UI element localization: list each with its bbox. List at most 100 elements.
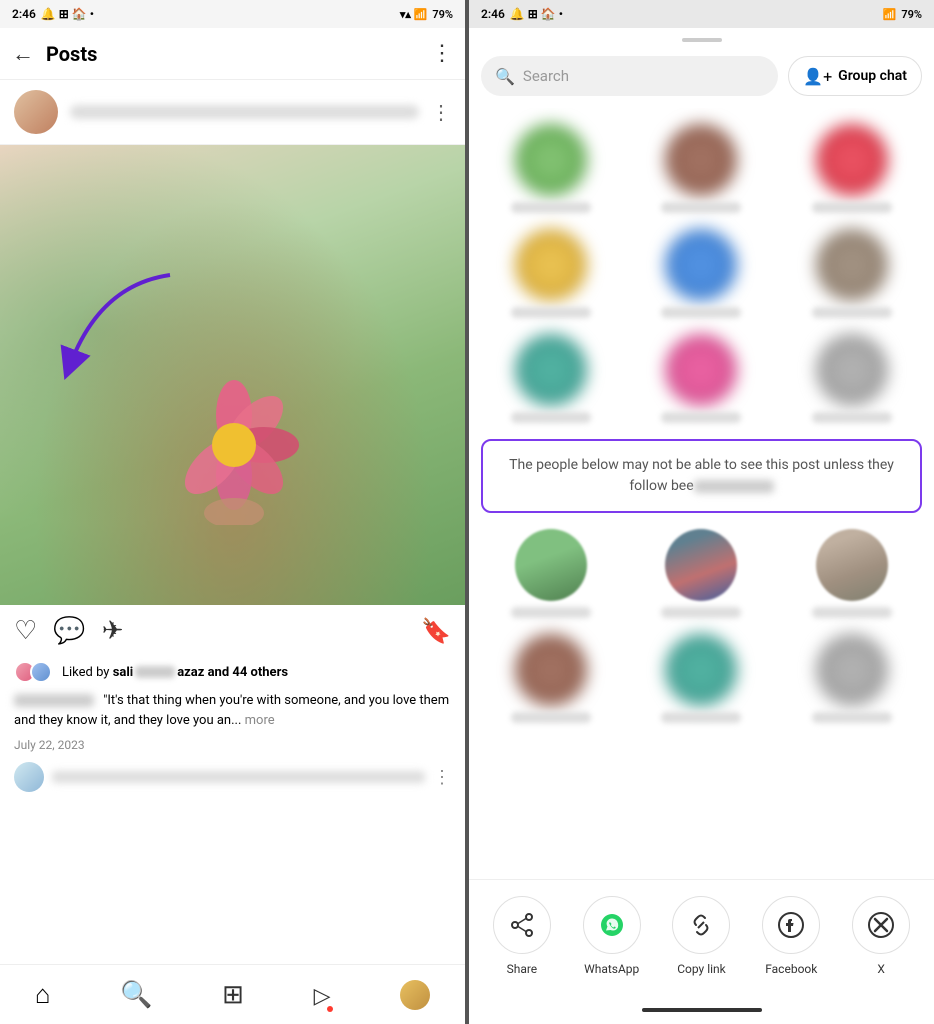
contact-avatar bbox=[816, 334, 888, 406]
liked-avatar-2 bbox=[30, 661, 52, 683]
share-search-row: 🔍 Search 👤+ Group chat bbox=[469, 48, 934, 108]
more-options-button[interactable]: ⋮ bbox=[431, 41, 453, 66]
likes-count: and 44 others bbox=[204, 665, 288, 680]
search-box[interactable]: 🔍 Search bbox=[481, 56, 778, 96]
contacts-row-1 bbox=[469, 116, 934, 221]
group-chat-label: Group chat bbox=[838, 68, 907, 84]
contact-name bbox=[511, 307, 591, 318]
signal-right: 📶 bbox=[883, 8, 897, 21]
share-circle bbox=[493, 896, 551, 954]
contact-item[interactable] bbox=[641, 334, 761, 423]
comment-more-button[interactable]: ⋮ bbox=[433, 767, 451, 788]
x-label: X bbox=[877, 962, 885, 976]
contact-item[interactable] bbox=[792, 634, 912, 723]
left-status-bar: 2:46 🔔 ⊞ 🏠 • ▾▴ 📶 79% bbox=[0, 0, 465, 28]
contact-item[interactable] bbox=[641, 529, 761, 618]
facebook-label: Facebook bbox=[765, 962, 817, 976]
contact-item[interactable] bbox=[792, 229, 912, 318]
caption-more[interactable]: more bbox=[245, 713, 275, 728]
notification-icons-right: 🔔 ⊞ 🏠 • bbox=[510, 7, 563, 21]
liker-name-blur bbox=[135, 666, 175, 678]
contact-item[interactable] bbox=[491, 334, 611, 423]
contact-avatar bbox=[515, 634, 587, 706]
likes-row: Liked by saliazaz and 44 others bbox=[0, 657, 465, 687]
home-indicator-bar bbox=[642, 1008, 762, 1012]
contact-avatar bbox=[816, 124, 888, 196]
contact-name bbox=[661, 202, 741, 213]
contact-name bbox=[511, 412, 591, 423]
right-status-bar: 2:46 🔔 ⊞ 🏠 • 📶 79% bbox=[469, 0, 934, 28]
time-left: 2:46 bbox=[12, 7, 36, 21]
notice-box: The people below may not be able to see … bbox=[481, 439, 922, 513]
contact-item[interactable] bbox=[641, 229, 761, 318]
home-indicator bbox=[469, 996, 934, 1024]
share-option-share[interactable]: Share bbox=[493, 896, 551, 976]
bookmark-button[interactable]: 🔖 bbox=[421, 617, 451, 645]
nav-reels[interactable]: ▷ bbox=[314, 980, 331, 1010]
search-icon: 🔍 bbox=[495, 67, 515, 86]
contact-name bbox=[661, 412, 741, 423]
date-row: July 22, 2023 bbox=[0, 734, 465, 756]
share-button[interactable]: ✈ bbox=[102, 616, 124, 646]
contact-item[interactable] bbox=[491, 124, 611, 213]
comment-row: ⋮ bbox=[0, 756, 465, 798]
like-button[interactable]: ♡ bbox=[14, 616, 37, 646]
copylink-label: Copy link bbox=[677, 962, 726, 976]
group-chat-button[interactable]: 👤+ Group chat bbox=[788, 56, 922, 96]
contact-avatar bbox=[816, 229, 888, 301]
contact-item[interactable] bbox=[792, 334, 912, 423]
nav-home[interactable]: ⌂ bbox=[35, 979, 51, 1010]
share-option-whatsapp[interactable]: WhatsApp bbox=[583, 896, 641, 976]
share-option-facebook[interactable]: Facebook bbox=[762, 896, 820, 976]
nav-dot bbox=[327, 1006, 333, 1012]
notification-icons-left: 🔔 ⊞ 🏠 • bbox=[41, 7, 94, 21]
contact-item[interactable] bbox=[641, 124, 761, 213]
likes-text: Liked by saliazaz and 44 others bbox=[62, 665, 288, 680]
x-icon bbox=[867, 911, 895, 939]
contact-avatar bbox=[515, 529, 587, 601]
back-button[interactable]: ← bbox=[12, 41, 34, 67]
contact-item[interactable] bbox=[641, 634, 761, 723]
page-title: Posts bbox=[46, 42, 97, 66]
liked-avatars bbox=[14, 661, 46, 683]
share-icon bbox=[509, 912, 535, 938]
avatar[interactable] bbox=[14, 90, 58, 134]
signal-left: ▾▴ 📶 bbox=[400, 8, 427, 21]
caption-username-blur bbox=[14, 694, 94, 707]
contact-name bbox=[812, 307, 892, 318]
contact-item[interactable] bbox=[491, 229, 611, 318]
share-option-copylink[interactable]: Copy link bbox=[672, 896, 730, 976]
contact-name bbox=[661, 607, 741, 618]
post-options-button[interactable]: ⋮ bbox=[431, 100, 451, 124]
contact-name bbox=[812, 412, 892, 423]
caption-row: "It's that thing when you're with someon… bbox=[0, 687, 465, 734]
contact-item[interactable] bbox=[792, 124, 912, 213]
notice-blur bbox=[694, 480, 774, 493]
x-circle bbox=[852, 896, 910, 954]
share-option-x[interactable]: X bbox=[852, 896, 910, 976]
time-right: 2:46 bbox=[481, 7, 505, 21]
contact-avatar bbox=[665, 229, 737, 301]
contact-item[interactable] bbox=[491, 634, 611, 723]
contacts-scroll[interactable]: The people below may not be able to see … bbox=[469, 108, 934, 879]
share-options: Share WhatsApp bbox=[469, 879, 934, 996]
contact-name bbox=[661, 712, 741, 723]
comment-button[interactable]: 💬 bbox=[53, 616, 85, 646]
purple-arrow-annotation bbox=[50, 265, 190, 395]
commenter-avatar bbox=[14, 762, 44, 792]
share-label: Share bbox=[507, 962, 538, 976]
liker-name-1[interactable]: sali bbox=[113, 665, 134, 680]
contact-name bbox=[511, 202, 591, 213]
contact-item[interactable] bbox=[491, 529, 611, 618]
contacts-row-2 bbox=[469, 221, 934, 326]
contact-avatar bbox=[665, 529, 737, 601]
left-panel: 2:46 🔔 ⊞ 🏠 • ▾▴ 📶 79% ← Posts ⋮ ⋮ bbox=[0, 0, 465, 1024]
nav-create[interactable]: ⊞ bbox=[222, 980, 244, 1010]
liker-name-2[interactable]: azaz bbox=[177, 665, 204, 680]
facebook-circle bbox=[762, 896, 820, 954]
nav-search[interactable]: 🔍 bbox=[120, 980, 152, 1010]
battery-right: 79% bbox=[901, 8, 922, 21]
nav-profile[interactable] bbox=[400, 980, 430, 1010]
contact-item[interactable] bbox=[792, 529, 912, 618]
contacts-row-4 bbox=[469, 521, 934, 626]
